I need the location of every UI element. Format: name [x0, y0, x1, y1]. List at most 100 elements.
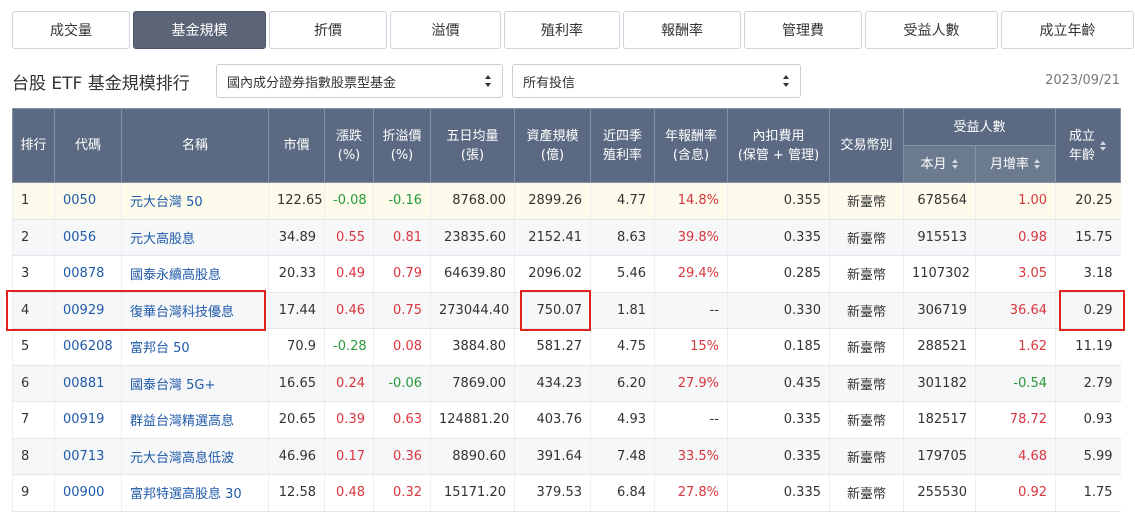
cell-code[interactable]: 00878 [54, 255, 122, 293]
table-row[interactable]: 4 00929 復華台灣科技優息 17.44 0.46 0.75 273044.40 750.… [12, 292, 1121, 329]
tab-volume[interactable]: 成交量 [12, 11, 130, 49]
cell-aum: 391.64 [514, 438, 591, 475]
cell-currency: 新臺幣 [829, 219, 904, 256]
cell-age: 20.25 [1055, 182, 1121, 220]
cell-avg-volume: 8890.60 [430, 438, 515, 475]
cell-yield: 8.63 [590, 219, 655, 256]
cell-name[interactable]: 元大台灣高息低波 [121, 438, 269, 475]
cell-yield: 1.81 [590, 292, 655, 329]
cell-code[interactable]: 006208 [54, 328, 122, 366]
table-row[interactable]: 7 00919 群益台灣精選高息 20.65 0.39 0.63 124881.20 403.… [12, 401, 1121, 439]
ranking-table: 排行 代碼 名稱 市價 漲跌 (%) 折溢價 (%) 五日均量 (張) 資產規模 (億)… [12, 108, 1122, 512]
cell-code[interactable]: 00919 [54, 401, 122, 439]
cell-name[interactable]: 元大台灣 50 [121, 182, 269, 220]
cell-avg-volume: 3884.80 [430, 328, 515, 366]
ranking-table-body: 1 0050 元大台灣 50 122.65 -0.08 -0.16 8768.00 2899.… [12, 182, 1121, 512]
cell-annual-return: 27.9% [654, 365, 728, 402]
sort-arrows-icon [951, 159, 958, 169]
cell-holders-growth: 0.98 [974, 219, 1056, 256]
cell-holders: 1107302 [903, 255, 976, 293]
cell-name[interactable]: 復華台灣科技優息 [121, 292, 269, 329]
cell-rank: 7 [12, 401, 55, 439]
table-row[interactable]: 3 00878 國泰永續高股息 20.33 0.49 0.79 64639.80 2096.0… [12, 255, 1121, 293]
cell-holders-growth: 3.05 [974, 255, 1056, 293]
tab-premium[interactable]: 溢價 [390, 11, 501, 49]
cell-holders: 179705 [903, 438, 976, 475]
col-rank: 排行 [12, 108, 55, 183]
table-row[interactable]: 2 0056 元大高股息 34.89 0.55 0.81 23835.60 2152.41 8.… [12, 219, 1121, 256]
cell-currency: 新臺幣 [829, 365, 904, 402]
cell-yield: 6.84 [590, 474, 655, 512]
col-holders-month[interactable]: 本月 [903, 145, 976, 183]
tab-yield[interactable]: 殖利率 [504, 11, 620, 49]
table-row[interactable]: 8 00713 元大台灣高息低波 46.96 0.17 0.36 8890.60 391.64… [12, 438, 1121, 475]
metric-tabs: 成交量 基金規模 折價 溢價 殖利率 報酬率 管理費 受益人數 成立年齡 [12, 11, 1134, 49]
col-holders-growth[interactable]: 月增率 [974, 145, 1057, 183]
tab-fund-size[interactable]: 基金規模 [133, 11, 266, 49]
cell-name[interactable]: 國泰台灣 5G+ [121, 365, 269, 402]
cell-holders-growth: 78.72 [974, 401, 1056, 439]
cell-premium-discount: 0.63 [373, 401, 431, 439]
cell-rank: 3 [12, 255, 55, 293]
cell-holders: 678564 [903, 182, 976, 220]
cell-premium-discount: 0.32 [373, 474, 431, 512]
cell-price: 12.58 [268, 474, 325, 512]
category-select[interactable]: 國內成分證券指數股票型基金 [216, 64, 503, 98]
cell-annual-return: -- [654, 292, 728, 329]
tab-discount[interactable]: 折價 [269, 11, 387, 49]
col-change: 漲跌 (%) [324, 108, 374, 183]
cell-change: 0.55 [324, 219, 374, 256]
cell-holders-growth: 4.68 [974, 438, 1056, 475]
data-date: 2023/09/21 [1045, 73, 1120, 88]
cell-name[interactable]: 國泰永續高股息 [121, 255, 269, 293]
issuer-select[interactable]: 所有投信 [512, 64, 801, 98]
col-age[interactable]: 成立 年齡 [1055, 108, 1122, 183]
cell-holders: 306719 [903, 292, 976, 329]
cell-name[interactable]: 富邦特選高股息 30 [121, 474, 269, 512]
cell-name[interactable]: 富邦台 50 [121, 328, 269, 366]
cell-currency: 新臺幣 [829, 182, 904, 220]
cell-code[interactable]: 00881 [54, 365, 122, 402]
cell-age: 0.29 [1055, 292, 1121, 329]
tab-management-fee[interactable]: 管理費 [744, 11, 862, 49]
cell-rank: 8 [12, 438, 55, 475]
cell-annual-return: -- [654, 401, 728, 439]
cell-price: 20.65 [268, 401, 325, 439]
cell-name[interactable]: 元大高股息 [121, 219, 269, 256]
col-avg-volume: 五日均量 (張) [430, 108, 515, 183]
cell-expense: 0.335 [727, 219, 830, 256]
cell-currency: 新臺幣 [829, 328, 904, 366]
cell-code[interactable]: 00929 [54, 292, 122, 329]
cell-code[interactable]: 0050 [54, 182, 122, 220]
cell-aum: 2096.02 [514, 255, 591, 293]
cell-aum: 403.76 [514, 401, 591, 439]
cell-expense: 0.435 [727, 365, 830, 402]
cell-annual-return: 29.4% [654, 255, 728, 293]
cell-name[interactable]: 群益台灣精選高息 [121, 401, 269, 439]
cell-code[interactable]: 00900 [54, 474, 122, 512]
cell-code[interactable]: 00713 [54, 438, 122, 475]
cell-rank: 1 [12, 182, 55, 220]
cell-change: 0.49 [324, 255, 374, 293]
cell-premium-discount: -0.06 [373, 365, 431, 402]
table-row[interactable]: 6 00881 國泰台灣 5G+ 16.65 0.24 -0.06 7869.00 434.2… [12, 365, 1121, 402]
cell-code[interactable]: 0056 [54, 219, 122, 256]
sort-arrows-icon [783, 75, 789, 87]
cell-yield: 4.93 [590, 401, 655, 439]
cell-change: 0.17 [324, 438, 374, 475]
cell-holders: 255530 [903, 474, 976, 512]
col-code: 代碼 [54, 108, 122, 183]
table-row[interactable]: 9 00900 富邦特選高股息 30 12.58 0.48 0.32 15171.20 379… [12, 474, 1121, 512]
cell-currency: 新臺幣 [829, 401, 904, 439]
cell-yield: 6.20 [590, 365, 655, 402]
tab-age[interactable]: 成立年齡 [1001, 11, 1134, 49]
tab-holders[interactable]: 受益人數 [865, 11, 998, 49]
cell-yield: 4.75 [590, 328, 655, 366]
col-premium-discount: 折溢價 (%) [373, 108, 431, 183]
tab-return[interactable]: 報酬率 [623, 11, 741, 49]
table-row[interactable]: 1 0050 元大台灣 50 122.65 -0.08 -0.16 8768.00 2899.… [12, 182, 1121, 220]
cell-annual-return: 14.8% [654, 182, 728, 220]
page-title: 台股 ETF 基金規模排行 [12, 74, 190, 94]
table-row[interactable]: 5 006208 富邦台 50 70.9 -0.28 0.08 3884.80 581.27 4… [12, 328, 1121, 366]
cell-rank: 4 [12, 292, 55, 329]
